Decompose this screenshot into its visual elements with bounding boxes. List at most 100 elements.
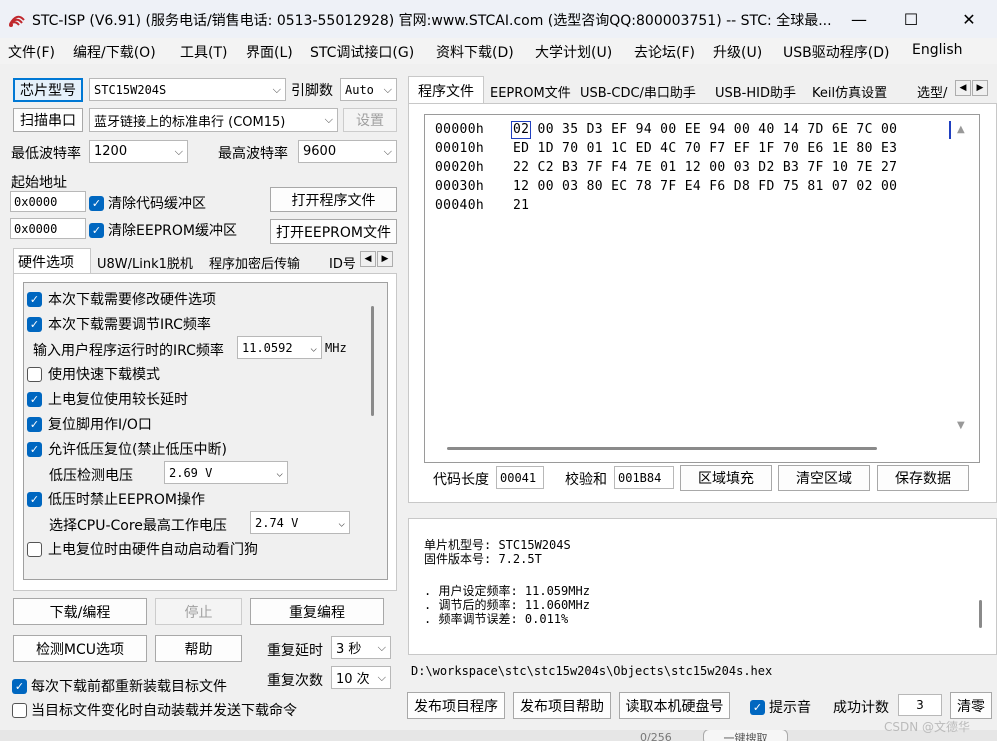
stop-button[interactable]: 停止	[155, 598, 242, 625]
log-scrollbar[interactable]	[979, 600, 982, 628]
min-baud-select[interactable]: 1200 ⌵	[89, 140, 188, 163]
tab-program-file[interactable]: 程序文件	[408, 76, 484, 104]
opt-long-delay[interactable]: ✓ 上电复位使用较长延时	[27, 389, 188, 409]
menu-docs[interactable]: 资料下载(D)	[436, 42, 514, 62]
pin-count-select[interactable]: Auto ⌵	[340, 78, 397, 101]
repeat-delay-select[interactable]: 3 秒 ⌵	[331, 636, 391, 659]
one-key-button[interactable]: 一键搜取	[703, 730, 788, 741]
tab-selection[interactable]: 选型/	[913, 79, 951, 103]
background-window-strip: 0/256 一键搜取	[0, 730, 997, 741]
menu-file[interactable]: 文件(F)	[8, 42, 55, 62]
menu-interface[interactable]: 界面(L)	[246, 42, 293, 62]
hex-bytes: ED 1D 70 01 1C ED 4C 70 F7 EF 1F 70 E6 1…	[513, 141, 898, 156]
opt-low-voltage-reset[interactable]: ✓ 允许低压复位(禁止低压中断)	[27, 439, 227, 459]
chevron-down-icon: ⌵	[377, 670, 386, 684]
start-address-label: 起始地址	[11, 175, 67, 191]
low-voltage-select[interactable]: 2.69 V ⌵	[164, 461, 288, 484]
tab-id[interactable]: ID号	[325, 250, 360, 274]
menu-usb-driver[interactable]: USB驱动程序(D)	[783, 42, 889, 62]
chip-model-select[interactable]: STC15W204S ⌵	[89, 78, 286, 101]
start-address-input-1[interactable]: 0x0000	[10, 191, 86, 212]
checkmark-icon: ✓	[27, 316, 42, 332]
opt-disable-eeprom[interactable]: ✓ 低压时禁止EEPROM操作	[27, 489, 205, 509]
irc-frequency-label: 输入用户程序运行时的IRC频率	[33, 343, 224, 359]
menu-university[interactable]: 大学计划(U)	[535, 42, 612, 62]
tab-keil-debug[interactable]: Keil仿真设置	[808, 79, 891, 103]
port-select[interactable]: 蓝牙链接上的标准串行 (COM15) ⌵	[89, 108, 338, 132]
ascii-cursor	[949, 121, 951, 139]
opt-reset-as-io[interactable]: ✓ 复位脚用作I/O口	[27, 414, 152, 434]
tab-scroll-left-icon[interactable]: ◀	[955, 80, 971, 96]
maximize-icon[interactable]: ☐	[888, 0, 934, 38]
read-disk-id-button[interactable]: 读取本机硬盘号	[619, 692, 730, 719]
reload-each-checkbox[interactable]: ✓ 每次下载前都重新装载目标文件	[12, 676, 227, 696]
download-program-button[interactable]: 下载/编程	[13, 598, 147, 625]
tab-scroll-right-icon[interactable]: ▶	[377, 251, 393, 267]
tab-eeprom-file[interactable]: EEPROM文件	[486, 79, 575, 103]
opt-adjust-irc[interactable]: ✓ 本次下载需要调节IRC频率	[27, 314, 211, 334]
help-button[interactable]: 帮助	[155, 635, 242, 662]
title-bar: STC-ISP (V6.91) (服务电话/销售电话: 0513-5501292…	[0, 0, 997, 38]
menu-upgrade[interactable]: 升级(U)	[713, 42, 762, 62]
detect-mcu-button[interactable]: 检测MCU选项	[13, 635, 147, 662]
area-fill-button[interactable]: 区域填充	[680, 465, 772, 491]
irc-frequency-value: 11.0592	[242, 340, 293, 355]
tab-usb-hid[interactable]: USB-HID助手	[711, 79, 800, 103]
minimize-icon[interactable]: —	[836, 0, 882, 38]
port-value: 蓝牙链接上的标准串行 (COM15)	[94, 114, 286, 130]
hex-file-path: D:\workspace\stc\stc15w204s\Objects\stc1…	[408, 660, 997, 682]
clear-code-checkbox[interactable]: ✓ 清除代码缓冲区	[89, 193, 206, 213]
checkmark-icon: ✓	[27, 416, 42, 432]
tip-sound-checkbox[interactable]: ✓ 提示音	[750, 697, 811, 717]
opt-modify-hardware[interactable]: ✓ 本次下载需要修改硬件选项	[27, 289, 216, 309]
scroll-down-icon[interactable]: ▼	[957, 420, 965, 431]
irc-frequency-select[interactable]: 11.0592 ⌵	[237, 336, 322, 359]
chevron-down-icon: ⌵	[324, 113, 333, 126]
tab-hardware-options[interactable]: 硬件选项	[13, 248, 91, 274]
chip-model-button[interactable]: 芯片型号	[13, 78, 83, 102]
checksum-value: 001B84	[614, 466, 674, 489]
close-icon[interactable]: ✕	[946, 0, 992, 38]
cpu-voltage-value: 2.74 V	[255, 515, 299, 530]
max-baud-select[interactable]: 9600 ⌵	[298, 140, 397, 163]
clear-eeprom-checkbox[interactable]: ✓ 清除EEPROM缓冲区	[89, 220, 237, 240]
repeat-count-value: 10 次	[336, 672, 370, 687]
tab-scroll-right-icon[interactable]: ▶	[972, 80, 988, 96]
checkbox-empty-icon	[27, 541, 42, 557]
chevron-down-icon: ⌵	[174, 144, 183, 158]
open-program-file-button[interactable]: 打开程序文件	[270, 187, 397, 212]
menu-tools[interactable]: 工具(T)	[180, 42, 227, 62]
options-scrollbar[interactable]	[371, 306, 374, 416]
min-baud-label: 最低波特率	[11, 146, 81, 162]
scan-port-button[interactable]: 扫描串口	[13, 108, 83, 132]
menu-program[interactable]: 编程/下载(O)	[73, 42, 156, 62]
chevron-down-icon: ⌵	[272, 82, 281, 96]
chevron-down-icon: ⌵	[383, 144, 392, 158]
tab-u8w-offline[interactable]: U8W/Link1脱机	[93, 250, 197, 274]
tab-scroll-left-icon[interactable]: ◀	[360, 251, 376, 267]
cpu-voltage-label: 选择CPU-Core最高工作电压	[49, 518, 227, 534]
start-address-input-2[interactable]: 0x0000	[10, 218, 86, 239]
clear-area-button[interactable]: 清空区域	[778, 465, 870, 491]
tab-usb-cdc[interactable]: USB-CDC/串口助手	[576, 79, 700, 103]
menu-forum[interactable]: 去论坛(F)	[634, 42, 695, 62]
save-data-button[interactable]: 保存数据	[877, 465, 969, 491]
cpu-voltage-select[interactable]: 2.74 V ⌵	[250, 511, 350, 534]
settings-button[interactable]: 设置	[343, 108, 397, 132]
publish-help-button[interactable]: 发布项目帮助	[513, 692, 611, 719]
open-eeprom-file-button[interactable]: 打开EEPROM文件	[270, 219, 397, 244]
hex-horizontal-scrollbar[interactable]	[447, 447, 877, 450]
repeat-count-select[interactable]: 10 次 ⌵	[331, 666, 391, 689]
tab-encrypted-transfer[interactable]: 程序加密后传输	[205, 250, 304, 274]
scroll-up-icon[interactable]: ▲	[957, 124, 965, 135]
clear-code-label: 清除代码缓冲区	[108, 196, 206, 212]
checkmark-icon: ✓	[27, 391, 42, 407]
menu-english[interactable]: English	[912, 42, 963, 58]
auto-send-checkbox[interactable]: 当目标文件变化时自动装载并发送下载命令	[12, 700, 297, 720]
publish-program-button[interactable]: 发布项目程序	[407, 692, 505, 719]
opt-fast-download[interactable]: 使用快速下载模式	[27, 364, 160, 384]
opt-watchdog[interactable]: 上电复位时由硬件自动启动看门狗	[27, 539, 258, 559]
menu-debug[interactable]: STC调试接口(G)	[310, 42, 414, 62]
repeat-program-button[interactable]: 重复编程	[250, 598, 384, 625]
clear-count-button[interactable]: 清零	[950, 692, 992, 719]
